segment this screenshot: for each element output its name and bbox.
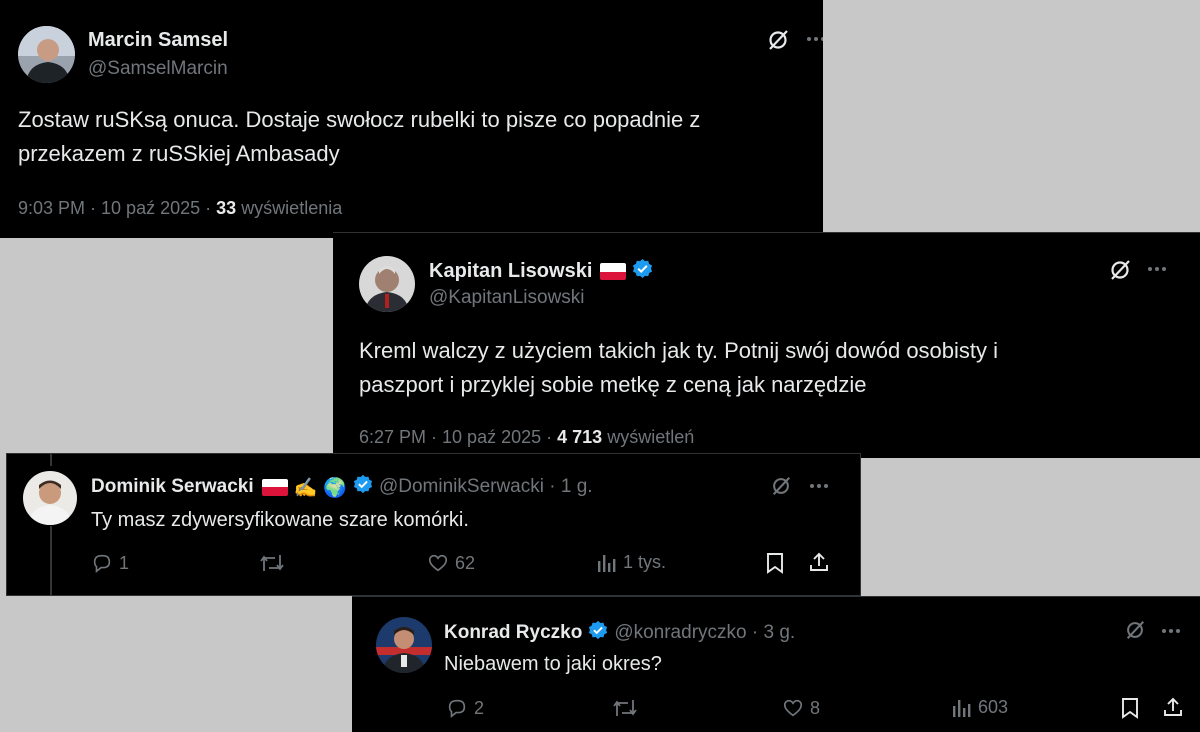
tweet-text: Kreml walczy z użyciem takich jak ty. Po… [359,334,1179,402]
bookmark-icon[interactable] [1120,697,1140,719]
author-name[interactable]: Marcin Samsel [88,29,228,52]
tweet-card: Dominik Serwacki ✍️ 🌍 @DominikSerwacki ·… [6,453,861,596]
more-icon[interactable] [809,483,829,489]
tweet-meta: 9:03 PM · 10 paź 2025 · 33 wyświetlenia [18,198,342,219]
share-icon[interactable] [1162,696,1184,718]
views-count: 1 tys. [623,552,667,572]
avatar[interactable] [23,471,77,525]
views-label: wyświetleń [607,427,695,447]
thread-line [50,454,52,466]
author-handle[interactable]: @konradryczko · 3 g. [614,622,795,644]
views-count: 603 [978,697,1009,717]
reply-button[interactable]: 1 [91,552,129,574]
bookmark-icon[interactable] [765,552,785,574]
more-icon[interactable] [806,36,823,42]
like-button[interactable]: 8 [782,697,820,719]
retweet-button[interactable] [259,552,285,574]
author-name[interactable]: Kapitan Lisowski [429,260,592,283]
like-count: 8 [810,697,821,718]
grok-icon[interactable] [766,28,790,52]
tweet-text: Zostaw ruSKsą onuca. Dostaje swołocz rub… [18,103,808,171]
reply-count: 2 [474,697,485,718]
verified-icon[interactable] [632,258,653,285]
more-icon[interactable] [1147,266,1167,272]
author-name-row: Kapitan Lisowski [429,258,653,285]
grok-icon[interactable] [1124,619,1146,641]
tweet-card: Marcin Samsel @SamselMarcin Zostaw ruSKs… [0,0,823,238]
timestamp[interactable]: 6:27 PM · 10 paź 2025 · [359,427,552,447]
tweet-text-line: Kreml walczy z użyciem takich jak ty. Po… [359,338,999,363]
like-count: 62 [455,552,476,573]
tweet-text-line: paszport i przyklej sobie metkę z ceną j… [359,372,867,397]
tweet-card: Konrad Ryczko @konradryczko · 3 g. Nieba… [352,596,1200,732]
avatar[interactable] [376,617,432,673]
reply-button[interactable]: 2 [446,697,484,719]
tweet-text: Ty masz zdywersyfikowane szare komórki. [91,509,469,531]
views-count[interactable]: 33 [216,198,236,218]
avatar[interactable] [18,26,75,83]
avatar[interactable] [359,256,415,312]
timestamp[interactable]: 9:03 PM · 10 paź 2025 · [18,198,211,218]
author-handle[interactable]: @KapitanLisowski [429,287,585,309]
author-row: Dominik Serwacki ✍️ 🌍 @DominikSerwacki ·… [91,474,593,500]
grok-icon[interactable] [770,475,792,497]
share-icon[interactable] [808,551,830,573]
more-icon[interactable] [1161,628,1181,634]
verified-icon[interactable] [588,620,608,646]
views-label: wyświetlenia [241,198,343,218]
author-row: Konrad Ryczko @konradryczko · 3 g. [444,620,795,646]
poland-flag-icon [261,478,288,496]
retweet-button[interactable] [612,697,638,719]
poland-flag-icon [600,263,627,280]
views-button[interactable]: 1 tys. [597,552,666,573]
thread-line [50,526,52,595]
tweet-text-line: Zostaw ruSKsą onuca. Dostaje swołocz rub… [18,107,701,132]
author-handle[interactable]: @SamselMarcin [88,58,228,80]
grok-icon[interactable] [1108,258,1132,282]
author-name[interactable]: Konrad Ryczko [444,622,582,644]
tweet-text: Niebawem to jaki okres? [444,653,662,675]
tweet-meta: 6:27 PM · 10 paź 2025 · 4 713 wyświetleń [359,427,694,448]
views-button[interactable]: 603 [952,697,1008,718]
reply-count: 1 [119,552,130,573]
tweet-card: Kapitan Lisowski @KapitanLisowski Kreml … [333,232,1200,458]
tweet-text-line: przekazem z ruSSkiej Ambasady [18,141,340,166]
verified-icon[interactable] [353,474,373,500]
author-name[interactable]: Dominik Serwacki [91,476,254,498]
author-handle[interactable]: @DominikSerwacki · 1 g. [379,476,593,498]
like-button[interactable]: 62 [427,552,475,574]
author-emoji: ✍️ 🌍 [293,476,347,499]
views-count[interactable]: 4 713 [557,427,602,447]
